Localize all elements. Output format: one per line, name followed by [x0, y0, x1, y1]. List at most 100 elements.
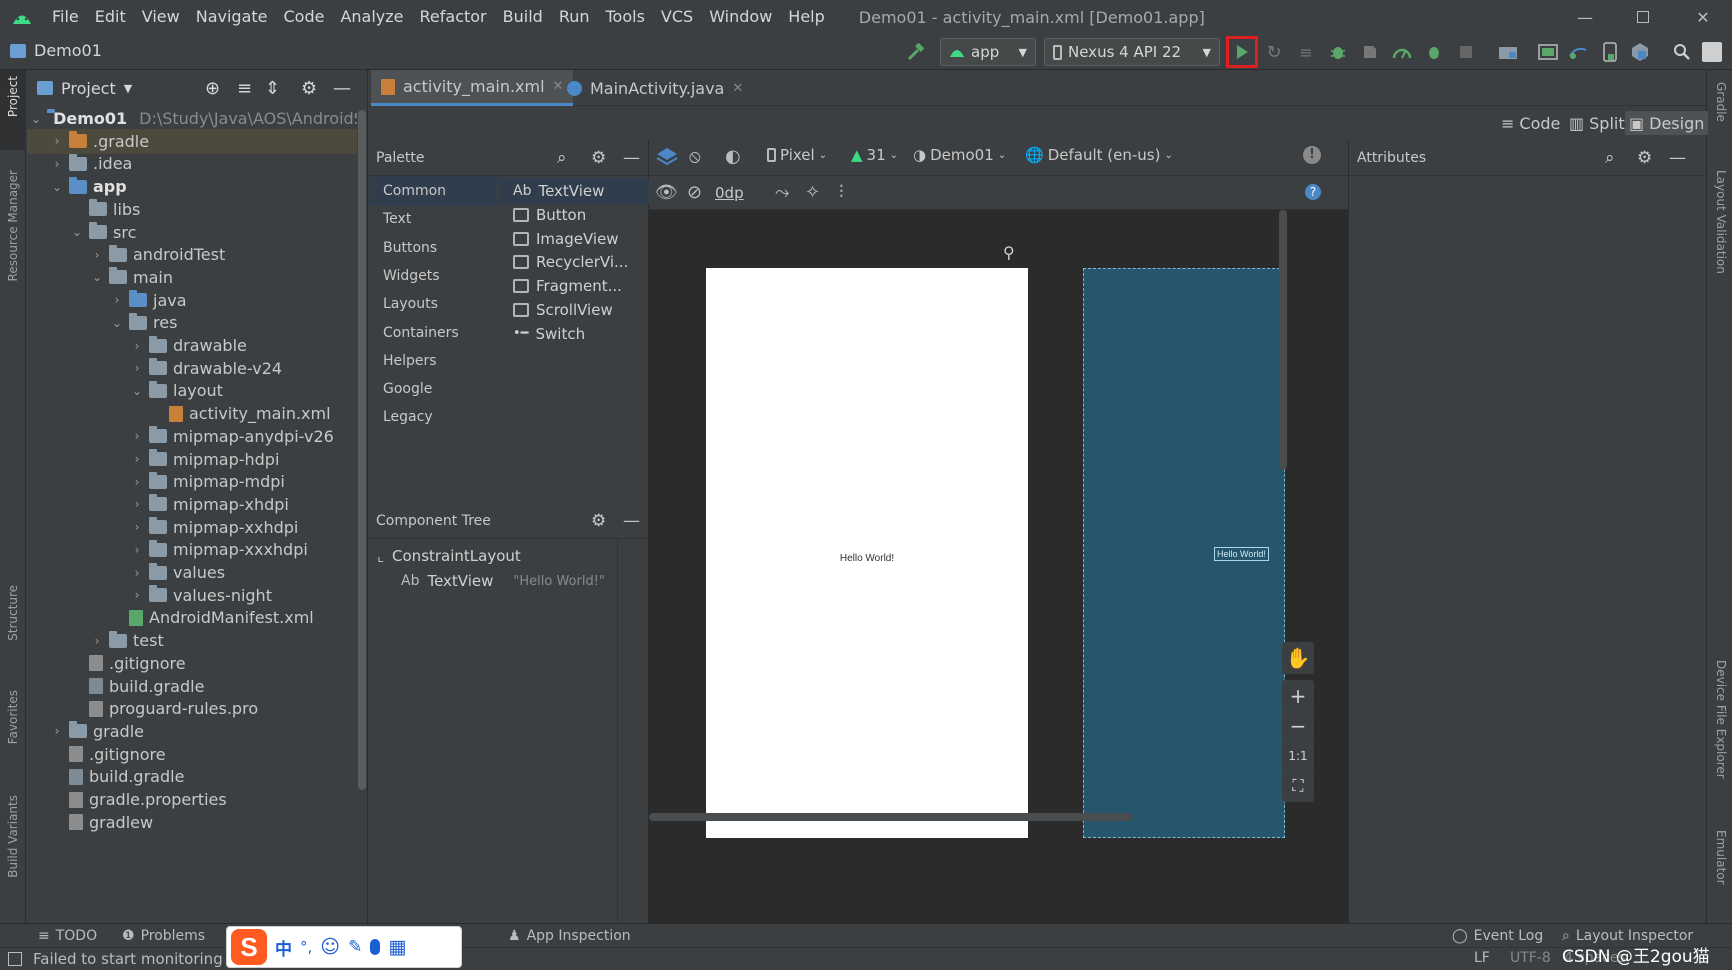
locate-file-icon[interactable]: ⊕: [205, 78, 220, 99]
gear-icon[interactable]: ⚙: [1637, 148, 1652, 168]
chevron-right-icon[interactable]: ›: [131, 475, 143, 489]
palette-category[interactable]: Helpers: [369, 346, 497, 376]
tool-window-gradle[interactable]: Gradle: [1714, 82, 1728, 122]
tree-item[interactable]: › values-night: [27, 583, 357, 608]
chevron-down-icon[interactable]: ⌄: [91, 270, 103, 284]
profiler-icon[interactable]: [1390, 40, 1414, 64]
chevron-right-icon[interactable]: ›: [111, 293, 123, 307]
menu-navigate[interactable]: Navigate: [188, 0, 276, 34]
project-tree-scrollbar[interactable]: [358, 110, 366, 790]
orientation-icon[interactable]: ⦸: [689, 146, 701, 167]
warning-icon[interactable]: !: [1303, 146, 1321, 164]
menu-build[interactable]: Build: [495, 0, 551, 34]
device-select[interactable]: Nexus 4 API 22 ▼: [1044, 38, 1220, 66]
tree-item[interactable]: › mipmap-hdpi: [27, 447, 357, 472]
layers-icon[interactable]: [655, 146, 679, 172]
theme-select[interactable]: ◑ Demo01 ⌄: [913, 146, 1006, 164]
ime-voice-icon[interactable]: [370, 939, 381, 955]
menu-code[interactable]: Code: [276, 0, 333, 34]
tree-item[interactable]: › test: [27, 628, 357, 653]
tree-item[interactable]: build.gradle: [27, 674, 357, 699]
tool-window-build-variants[interactable]: Build Variants: [6, 795, 20, 878]
night-mode-icon[interactable]: ◐: [725, 146, 741, 167]
api-level-select[interactable]: ▲ 31 ⌄: [851, 146, 898, 164]
clear-constraints-icon[interactable]: ⤳: [775, 182, 789, 203]
chevron-down-icon[interactable]: ⌄: [31, 112, 41, 126]
run-button[interactable]: [1226, 36, 1258, 68]
tool-window-emulator[interactable]: Emulator: [1714, 830, 1728, 885]
hide-panel-icon[interactable]: —: [333, 78, 351, 99]
zoom-to-fit-icon[interactable]: ⛶: [1282, 770, 1314, 802]
menu-file[interactable]: File: [44, 0, 87, 34]
palette-item[interactable]: Button: [499, 202, 649, 228]
chevron-right-icon[interactable]: ›: [51, 134, 63, 148]
attach-debugger-icon[interactable]: [1422, 40, 1446, 64]
tree-item[interactable]: libs: [27, 197, 357, 222]
tab-main-activity[interactable]: MainActivity.java ✕: [557, 70, 753, 106]
palette-category[interactable]: Containers: [369, 318, 497, 348]
surface-vertical-scrollbar[interactable]: [1279, 210, 1287, 470]
chevron-down-icon[interactable]: ⌄: [71, 225, 83, 239]
chevron-right-icon[interactable]: ›: [51, 157, 63, 171]
palette-category[interactable]: Legacy: [369, 402, 497, 432]
menu-run[interactable]: Run: [551, 0, 598, 34]
tool-event-log[interactable]: ◯ Event Log: [1452, 926, 1543, 946]
tree-item[interactable]: › gradle: [27, 719, 357, 744]
chevron-down-icon[interactable]: ⌄: [131, 384, 143, 398]
menu-analyze[interactable]: Analyze: [332, 0, 411, 34]
palette-item[interactable]: ScrollView: [499, 297, 649, 323]
locale-select[interactable]: 🌐 Default (en-us) ⌄: [1025, 146, 1173, 164]
tree-item[interactable]: › .gradle: [27, 128, 357, 154]
device-preview-select[interactable]: Pixel ⌄: [767, 146, 827, 164]
guidelines-icon[interactable]: ⫶: [839, 182, 844, 203]
tool-window-favorites[interactable]: Favorites: [6, 690, 20, 744]
zoom-out-icon[interactable]: −: [1282, 710, 1314, 742]
palette-item[interactable]: •━ Switch: [499, 321, 649, 347]
tree-item[interactable]: › java: [27, 288, 357, 313]
line-separator[interactable]: LF: [1474, 950, 1490, 966]
palette-category[interactable]: Widgets: [369, 261, 497, 291]
tree-node-textview[interactable]: Ab TextView "Hello World!": [401, 572, 605, 590]
hello-world-text[interactable]: Hello World!: [706, 553, 1028, 564]
ime-handwrite-icon[interactable]: ✎: [348, 937, 362, 957]
chevron-down-icon[interactable]: ▼: [124, 82, 132, 95]
menu-refactor[interactable]: Refactor: [412, 0, 495, 34]
tree-item[interactable]: .gitignore: [27, 742, 357, 767]
blueprint-preview[interactable]: Hello World!: [1083, 268, 1285, 838]
ime-toolbar[interactable]: S 中 °, ☺ ✎ ▦: [226, 926, 462, 968]
tool-problems[interactable]: ❶ Problems: [122, 926, 205, 946]
device-manager-icon[interactable]: [1536, 40, 1560, 64]
tree-item[interactable]: .gitignore: [27, 651, 357, 676]
menu-tools[interactable]: Tools: [598, 0, 653, 34]
help-icon[interactable]: ?: [1305, 184, 1321, 200]
project-breadcrumb[interactable]: Demo01: [10, 41, 102, 60]
account-avatar[interactable]: [1700, 40, 1724, 64]
gear-icon[interactable]: ⚙: [591, 511, 606, 531]
menu-window[interactable]: Window: [701, 0, 780, 34]
tool-window-resource-manager[interactable]: Resource Manager: [6, 170, 20, 281]
stop-icon[interactable]: [1454, 40, 1478, 64]
infer-constraints-icon[interactable]: ✧: [805, 182, 820, 203]
tree-item[interactable]: › androidTest: [27, 242, 357, 267]
palette-item[interactable]: Ab TextView: [499, 178, 649, 204]
minimize-icon[interactable]: —: [1556, 0, 1614, 34]
tree-item[interactable]: AndroidManifest.xml: [27, 605, 357, 630]
tree-item[interactable]: › values: [27, 560, 357, 585]
gear-icon[interactable]: ⚙: [301, 78, 317, 99]
tree-item[interactable]: build.gradle: [27, 764, 357, 789]
menu-view[interactable]: View: [134, 0, 188, 34]
maximize-icon[interactable]: [1614, 0, 1672, 34]
chevron-right-icon[interactable]: ›: [131, 339, 143, 353]
search-everywhere-icon[interactable]: [1670, 40, 1694, 64]
tree-item[interactable]: › mipmap-xxhdpi: [27, 515, 357, 540]
default-margin[interactable]: 0dp: [715, 184, 744, 202]
chevron-right-icon[interactable]: ›: [131, 429, 143, 443]
ime-emoji-icon[interactable]: ☺: [320, 936, 340, 958]
chevron-right-icon[interactable]: ›: [91, 634, 103, 648]
mode-split[interactable]: ▥ Split: [1565, 111, 1629, 135]
chevron-down-icon[interactable]: ⌄: [111, 316, 123, 330]
tool-window-structure[interactable]: Structure: [6, 585, 20, 641]
sdk-manager-icon[interactable]: [1628, 40, 1652, 64]
tab-activity-main[interactable]: activity_main.xml ✕: [371, 70, 574, 106]
expand-all-icon[interactable]: ≡: [237, 78, 252, 99]
